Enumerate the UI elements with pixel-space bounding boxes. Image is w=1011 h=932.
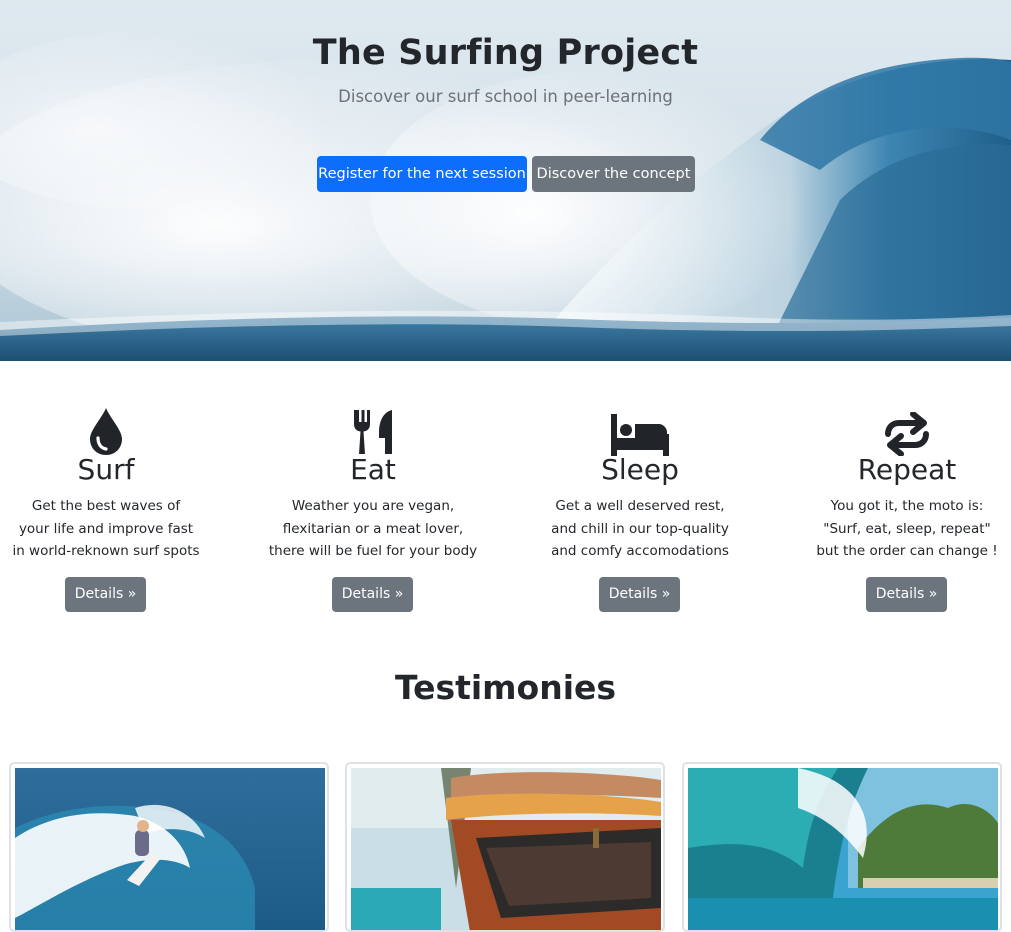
testimony-card[interactable] bbox=[682, 762, 1002, 932]
feature-surf: Surf Get the best waves of your life and… bbox=[0, 400, 231, 563]
bed-icon bbox=[515, 400, 765, 456]
feature-eat: Eat Weather you are vegan, flexitarian o… bbox=[248, 400, 498, 563]
hero-banner: The Surfing Project Discover our surf sc… bbox=[0, 0, 1011, 361]
fork-knife-icon bbox=[248, 400, 498, 456]
feature-title: Sleep bbox=[601, 453, 679, 486]
surf-details-button[interactable]: Details » bbox=[65, 577, 146, 612]
surfer-on-wave-photo bbox=[15, 768, 325, 930]
feature-title: Eat bbox=[350, 453, 396, 486]
sleep-details-button[interactable]: Details » bbox=[599, 577, 680, 612]
discover-concept-button[interactable]: Discover the concept bbox=[532, 156, 695, 192]
water-drop-icon bbox=[0, 400, 231, 456]
testimony-card[interactable] bbox=[345, 762, 665, 932]
feature-description: Get the best waves of your life and impr… bbox=[12, 498, 200, 559]
feature-description: Get a well deserved rest, and chill in o… bbox=[551, 498, 729, 559]
repeat-details-button[interactable]: Details » bbox=[866, 577, 947, 612]
wave-barrel-photo bbox=[688, 768, 998, 930]
feature-sleep: Sleep Get a well deserved rest, and chil… bbox=[515, 400, 765, 563]
feature-title: Repeat bbox=[857, 453, 957, 486]
surfboards-on-van-photo bbox=[351, 768, 661, 930]
testimonies-heading: Testimonies bbox=[394, 668, 617, 707]
feature-description: You got it, the moto is: "Surf, eat, sle… bbox=[816, 498, 998, 559]
testimony-card[interactable] bbox=[9, 762, 329, 932]
register-button[interactable]: Register for the next session bbox=[317, 156, 527, 192]
page-subtitle: Discover our surf school in peer-learnin… bbox=[338, 87, 673, 106]
feature-title: Surf bbox=[77, 453, 135, 486]
feature-repeat: Repeat You got it, the moto is: "Surf, e… bbox=[782, 400, 1011, 563]
feature-description: Weather you are vegan, flexitarian or a … bbox=[268, 498, 478, 559]
page-title: The Surfing Project bbox=[312, 33, 699, 73]
repeat-icon bbox=[782, 400, 1011, 456]
eat-details-button[interactable]: Details » bbox=[332, 577, 413, 612]
